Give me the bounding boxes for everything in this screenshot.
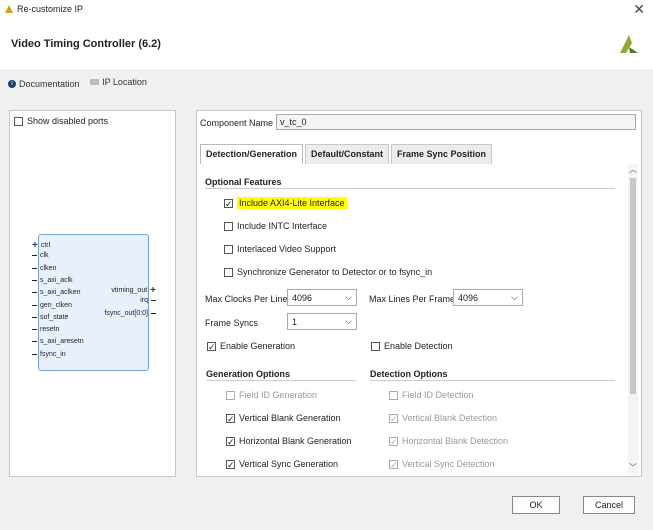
doc-links: i Documentation IP Location xyxy=(8,77,155,89)
divider xyxy=(206,380,356,381)
vsync-det-option: ✓ Vertical Sync Detection xyxy=(389,459,495,470)
documentation-link[interactable]: i Documentation xyxy=(8,79,80,89)
chevron-down-icon: ⌵ xyxy=(511,292,518,302)
vivado-logo-icon xyxy=(620,35,638,53)
port-s-axi-aclken: s_axi_aclken xyxy=(32,289,80,296)
port-clken: clken xyxy=(32,265,56,272)
vsync-gen-checkbox[interactable]: ✓ xyxy=(226,459,235,469)
title-bar: Re-customize IP ✕ xyxy=(0,0,653,19)
max-lines-label: Max Lines Per Frame xyxy=(369,294,456,304)
optional-features-title: Optional Features xyxy=(205,177,282,187)
scroll-down-icon[interactable]: ﹀ xyxy=(629,462,637,473)
max-lines-select[interactable]: 4096 ⌵ xyxy=(453,289,523,306)
port-gen-clken: gen_clken xyxy=(32,302,72,309)
close-icon[interactable]: ✕ xyxy=(633,1,645,18)
port-vtiming-out: vtiming_out + xyxy=(111,285,156,296)
enable-detection-option[interactable]: Enable Detection xyxy=(371,341,453,351)
cancel-button[interactable]: Cancel xyxy=(583,496,635,514)
window-title: Re-customize IP xyxy=(17,4,84,14)
hblank-det-checkbox: ✓ xyxy=(389,436,398,447)
axi-lite-option[interactable]: ✓ Include AXI4-Lite Interface xyxy=(224,197,347,209)
vblank-det-option: ✓ Vertical Blank Detection xyxy=(389,413,498,424)
interlaced-checkbox[interactable] xyxy=(224,244,233,254)
port-list: + ctrl clk clken s_axi_aclk s_axi_aclken gen_c… xyxy=(30,240,160,370)
port-s-axi-aclk: s_axi_aclk xyxy=(32,277,73,284)
intc-option[interactable]: Include INTC Interface xyxy=(224,221,327,231)
axi-lite-checkbox[interactable]: ✓ xyxy=(224,198,233,208)
max-clocks-label: Max Clocks Per Line xyxy=(205,294,288,304)
field-id-det-checkbox xyxy=(389,390,398,400)
app-logo-icon xyxy=(5,5,13,13)
hblank-det-option: ✓ Horizontal Blank Detection xyxy=(389,436,509,447)
scrollbar[interactable]: ︿ ﹀ xyxy=(628,164,638,475)
scroll-up-icon[interactable]: ︿ xyxy=(629,164,637,175)
ok-button[interactable]: OK xyxy=(512,496,560,514)
vsync-gen-option[interactable]: ✓ Vertical Sync Generation xyxy=(226,459,338,469)
dialog-header: Video Timing Controller (6.2) xyxy=(0,19,653,69)
generation-options-title: Generation Options xyxy=(206,369,291,379)
tab-detection-generation[interactable]: Detection/Generation xyxy=(200,144,304,164)
port-ctrl: + ctrl xyxy=(32,240,51,251)
port-sof-state: sof_state xyxy=(32,314,68,321)
chevron-down-icon: ⌵ xyxy=(345,316,352,326)
enable-detection-checkbox[interactable] xyxy=(371,341,380,351)
ip-location-link[interactable]: IP Location xyxy=(90,77,147,87)
enable-generation-checkbox[interactable]: ✓ xyxy=(207,341,216,351)
hblank-gen-checkbox[interactable]: ✓ xyxy=(226,436,235,446)
port-fsync-in: fsync_in xyxy=(32,351,66,358)
tab-frame-sync-position[interactable]: Frame Sync Position xyxy=(391,144,493,164)
detection-options-title: Detection Options xyxy=(370,369,448,379)
tab-default-constant[interactable]: Default/Constant xyxy=(305,144,390,164)
folder-icon xyxy=(90,79,100,85)
intc-checkbox[interactable] xyxy=(224,221,233,231)
vblank-gen-checkbox[interactable]: ✓ xyxy=(226,413,235,423)
component-name-input[interactable]: v_tc_0 xyxy=(276,114,636,130)
scrollbar-thumb[interactable] xyxy=(630,178,636,394)
ip-title: Video Timing Controller (6.2) xyxy=(11,38,161,50)
port-clk: clk xyxy=(32,252,49,259)
vblank-det-checkbox: ✓ xyxy=(389,413,398,424)
field-id-gen-checkbox xyxy=(226,390,235,400)
frame-syncs-label: Frame Syncs xyxy=(205,318,259,328)
interlaced-option[interactable]: Interlaced Video Support xyxy=(224,244,336,254)
port-resetn: resetn xyxy=(32,326,59,333)
vsync-det-checkbox: ✓ xyxy=(389,459,398,470)
chevron-down-icon: ⌵ xyxy=(345,292,352,302)
sync-option[interactable]: Synchronize Generator to Detector or to … xyxy=(224,267,432,277)
tab-bar: Detection/Generation Default/Constant Fr… xyxy=(200,144,494,164)
show-disabled-checkbox[interactable] xyxy=(14,116,23,126)
divider xyxy=(205,188,615,189)
field-id-det-option: Field ID Detection xyxy=(389,390,474,400)
enable-generation-option[interactable]: ✓ Enable Generation xyxy=(207,341,295,351)
frame-syncs-select[interactable]: 1 ⌵ xyxy=(287,313,357,330)
info-icon: i xyxy=(8,80,16,88)
field-id-gen-option: Field ID Generation xyxy=(226,390,317,400)
show-disabled-ports[interactable]: Show disabled ports xyxy=(14,116,108,126)
port-irq: irq xyxy=(140,297,156,304)
max-clocks-select[interactable]: 4096 ⌵ xyxy=(287,289,357,306)
component-name-label: Component Name xyxy=(200,118,274,128)
divider xyxy=(370,380,615,381)
vblank-gen-option[interactable]: ✓ Vertical Blank Generation xyxy=(226,413,341,423)
port-s-axi-aresetn: s_axi_aresetn xyxy=(32,338,84,345)
hblank-gen-option[interactable]: ✓ Horizontal Blank Generation xyxy=(226,436,352,446)
sync-checkbox[interactable] xyxy=(224,267,233,277)
port-fsync-out-0-0-: fsync_out[0:0] xyxy=(104,310,156,317)
